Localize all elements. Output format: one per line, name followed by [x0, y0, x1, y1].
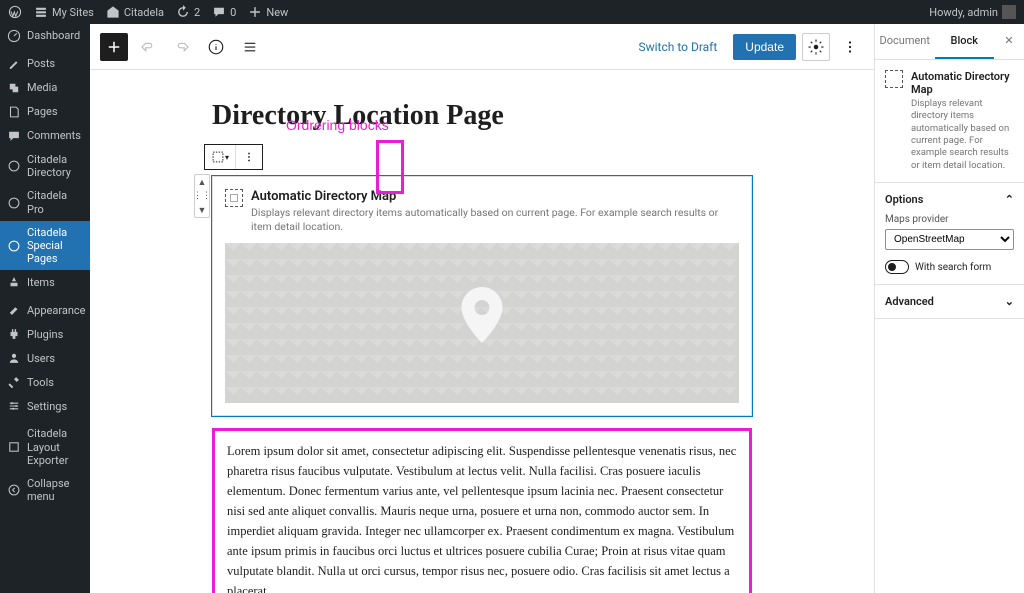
maps-provider-label: Maps provider [885, 214, 1014, 225]
with-search-form-toggle[interactable] [885, 260, 909, 274]
sidebar-item-citadela-special-pages[interactable]: Citadela Special Pages [0, 221, 90, 271]
sidebar-label: Citadela Pro [27, 189, 83, 215]
settings-panel: Document Block ✕ Automatic Directory Map… [874, 24, 1024, 593]
sidebar-label: Tools [27, 376, 83, 389]
with-search-form-label: With search form [915, 262, 991, 273]
outline-button[interactable] [236, 33, 264, 61]
site-label: Citadela [124, 6, 164, 19]
map-pin-icon [459, 287, 505, 347]
sidebar-label: Items [27, 276, 83, 289]
sidebar-item-settings[interactable]: Settings [0, 394, 90, 418]
chevron-down-icon: ⌄ [1005, 295, 1014, 308]
block-more-button[interactable] [236, 145, 262, 169]
maps-provider-select[interactable]: OpenStreetMap [885, 229, 1014, 250]
adminbar: My Sites Citadela 2 0 New Howdy, admin [0, 0, 1024, 24]
annotation-highlight-box [376, 140, 404, 194]
sidebar-label: Plugins [27, 328, 83, 341]
block-info-desc: Displays relevant directory items automa… [911, 98, 1014, 172]
settings-toggle-button[interactable] [802, 33, 830, 61]
mysites-link[interactable]: My Sites [34, 5, 94, 19]
new-label: New [266, 6, 288, 19]
sidebar-item-citadela-pro[interactable]: Citadela Pro [0, 184, 90, 220]
site-link[interactable]: Citadela [106, 5, 164, 19]
block-type-icon[interactable]: ▾ [205, 145, 236, 169]
editor-topbar: Switch to Draft Update [90, 24, 874, 70]
mysites-label: My Sites [52, 6, 94, 19]
sidebar-item-media[interactable]: Media [0, 76, 90, 100]
map-block-title: Automatic Directory Map [251, 189, 739, 204]
admin-sidebar: Dashboard Posts Media Pages Comments Cit… [0, 24, 90, 593]
sidebar-label: Citadela Layout Exporter [27, 427, 83, 467]
sidebar-item-dashboard[interactable]: Dashboard [0, 24, 90, 48]
comments-count: 0 [230, 6, 236, 19]
add-block-button[interactable] [100, 33, 128, 61]
chevron-up-icon: ⌃ [1005, 193, 1014, 206]
block-info-name: Automatic Directory Map [911, 70, 1014, 96]
sidebar-label: Citadela Directory [27, 153, 83, 179]
sidebar-item-layout-exporter[interactable]: Citadela Layout Exporter [0, 422, 90, 472]
sidebar-item-posts[interactable]: Posts [0, 52, 90, 76]
sidebar-label: Users [27, 352, 83, 365]
map-placeholder-image [225, 243, 739, 403]
sidebar-item-pages[interactable]: Pages [0, 100, 90, 124]
move-down-button[interactable]: ▼ [195, 203, 209, 217]
sidebar-label: Settings [27, 400, 83, 413]
sidebar-item-appearance[interactable]: Appearance [0, 298, 90, 322]
undo-button[interactable] [134, 33, 162, 61]
update-button[interactable]: Update [733, 34, 796, 60]
tab-block[interactable]: Block [935, 24, 995, 59]
block-mover: ▲ ⋮⋮ ▼ [194, 174, 210, 218]
drag-handle[interactable]: ⋮⋮ [195, 189, 209, 203]
sidebar-item-citadela-directory[interactable]: Citadela Directory [0, 148, 90, 184]
howdy-label: Howdy, admin [929, 6, 998, 19]
sidebar-label: Collapse menu [27, 477, 83, 503]
sidebar-item-items[interactable]: Items [0, 270, 90, 294]
options-section-toggle[interactable]: Options ⌃ [885, 193, 1014, 206]
howdy-link[interactable]: Howdy, admin [929, 5, 1016, 19]
sidebar-label: Media [27, 81, 83, 94]
sidebar-label: Appearance [27, 304, 86, 317]
new-link[interactable]: New [248, 5, 288, 19]
wp-logo-icon[interactable] [8, 5, 22, 19]
paragraph-text: Lorem ipsum dolor sit amet, consectetur … [227, 441, 737, 593]
close-panel-button[interactable]: ✕ [994, 24, 1024, 59]
sidebar-label: Pages [27, 105, 83, 118]
sidebar-label: Comments [27, 129, 83, 142]
advanced-head-label: Advanced [885, 295, 934, 308]
updates-link[interactable]: 2 [176, 5, 200, 19]
switch-to-draft-button[interactable]: Switch to Draft [628, 40, 727, 54]
paragraph-block-highlighted[interactable]: Lorem ipsum dolor sit amet, consectetur … [212, 428, 752, 593]
editor: Switch to Draft Update Directory Locatio… [90, 24, 874, 593]
more-menu-button[interactable] [836, 33, 864, 61]
block-toolbar: ▾ [204, 144, 263, 170]
sidebar-label: Citadela Special Pages [27, 226, 83, 266]
sidebar-collapse[interactable]: Collapse menu [0, 472, 90, 508]
advanced-section-toggle[interactable]: Advanced ⌄ [885, 295, 1014, 308]
sidebar-item-plugins[interactable]: Plugins [0, 322, 90, 346]
redo-button[interactable] [168, 33, 196, 61]
comments-link[interactable]: 0 [212, 5, 236, 19]
updates-count: 2 [194, 6, 200, 19]
map-block-description: Displays relevant directory items automa… [251, 206, 739, 233]
info-button[interactable] [202, 33, 230, 61]
block-info-icon [885, 70, 903, 88]
options-head-label: Options [885, 193, 923, 206]
automatic-directory-map-block[interactable]: Automatic Directory Map Displays relevan… [212, 176, 752, 416]
avatar-icon [1002, 5, 1016, 19]
sidebar-item-users[interactable]: Users [0, 346, 90, 370]
move-up-button[interactable]: ▲ [195, 175, 209, 189]
map-block-icon [225, 189, 243, 207]
annotation-label: Ordrering blocks [286, 117, 389, 133]
sidebar-item-comments[interactable]: Comments [0, 124, 90, 148]
tab-document[interactable]: Document [875, 24, 935, 59]
sidebar-item-tools[interactable]: Tools [0, 370, 90, 394]
sidebar-label: Posts [27, 57, 83, 70]
sidebar-label: Dashboard [27, 29, 83, 42]
